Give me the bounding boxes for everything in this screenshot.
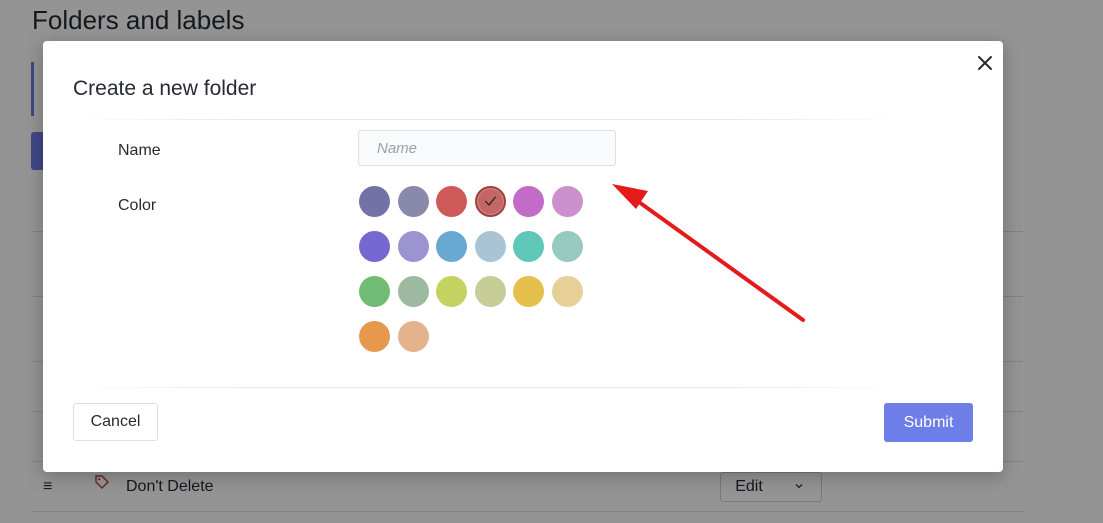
submit-button[interactable]: Submit [884,403,973,442]
cancel-button[interactable]: Cancel [73,403,158,441]
color-swatch[interactable] [513,276,544,307]
modal-footer-divider [73,387,903,388]
color-swatch[interactable] [552,186,583,217]
color-swatch[interactable] [359,231,390,262]
color-swatch[interactable] [552,231,583,262]
create-folder-modal: Create a new folder Name Color Cancel Su… [43,41,1003,472]
color-swatch[interactable] [359,321,390,352]
color-swatch[interactable] [513,231,544,262]
modal-title: Create a new folder [73,77,257,100]
color-swatch[interactable] [398,231,429,262]
color-swatch[interactable] [398,186,429,217]
color-swatch[interactable] [513,186,544,217]
color-swatch[interactable] [436,186,467,217]
color-swatch[interactable] [359,186,390,217]
page: Folders and labels ≡ Don't Delete Edit C… [0,0,1103,523]
color-swatch[interactable] [359,276,390,307]
color-swatch[interactable] [436,231,467,262]
color-swatch[interactable] [475,186,506,217]
close-button[interactable] [973,51,997,75]
color-label: Color [118,197,157,214]
color-swatch[interactable] [552,276,583,307]
name-input[interactable] [358,130,616,166]
name-label: Name [118,142,161,159]
color-swatch[interactable] [398,276,429,307]
color-swatch[interactable] [475,231,506,262]
color-swatch[interactable] [436,276,467,307]
modal-header-divider [73,119,903,120]
check-icon [485,196,496,206]
close-icon [978,56,992,70]
color-swatch[interactable] [398,321,429,352]
color-swatch[interactable] [475,276,506,307]
